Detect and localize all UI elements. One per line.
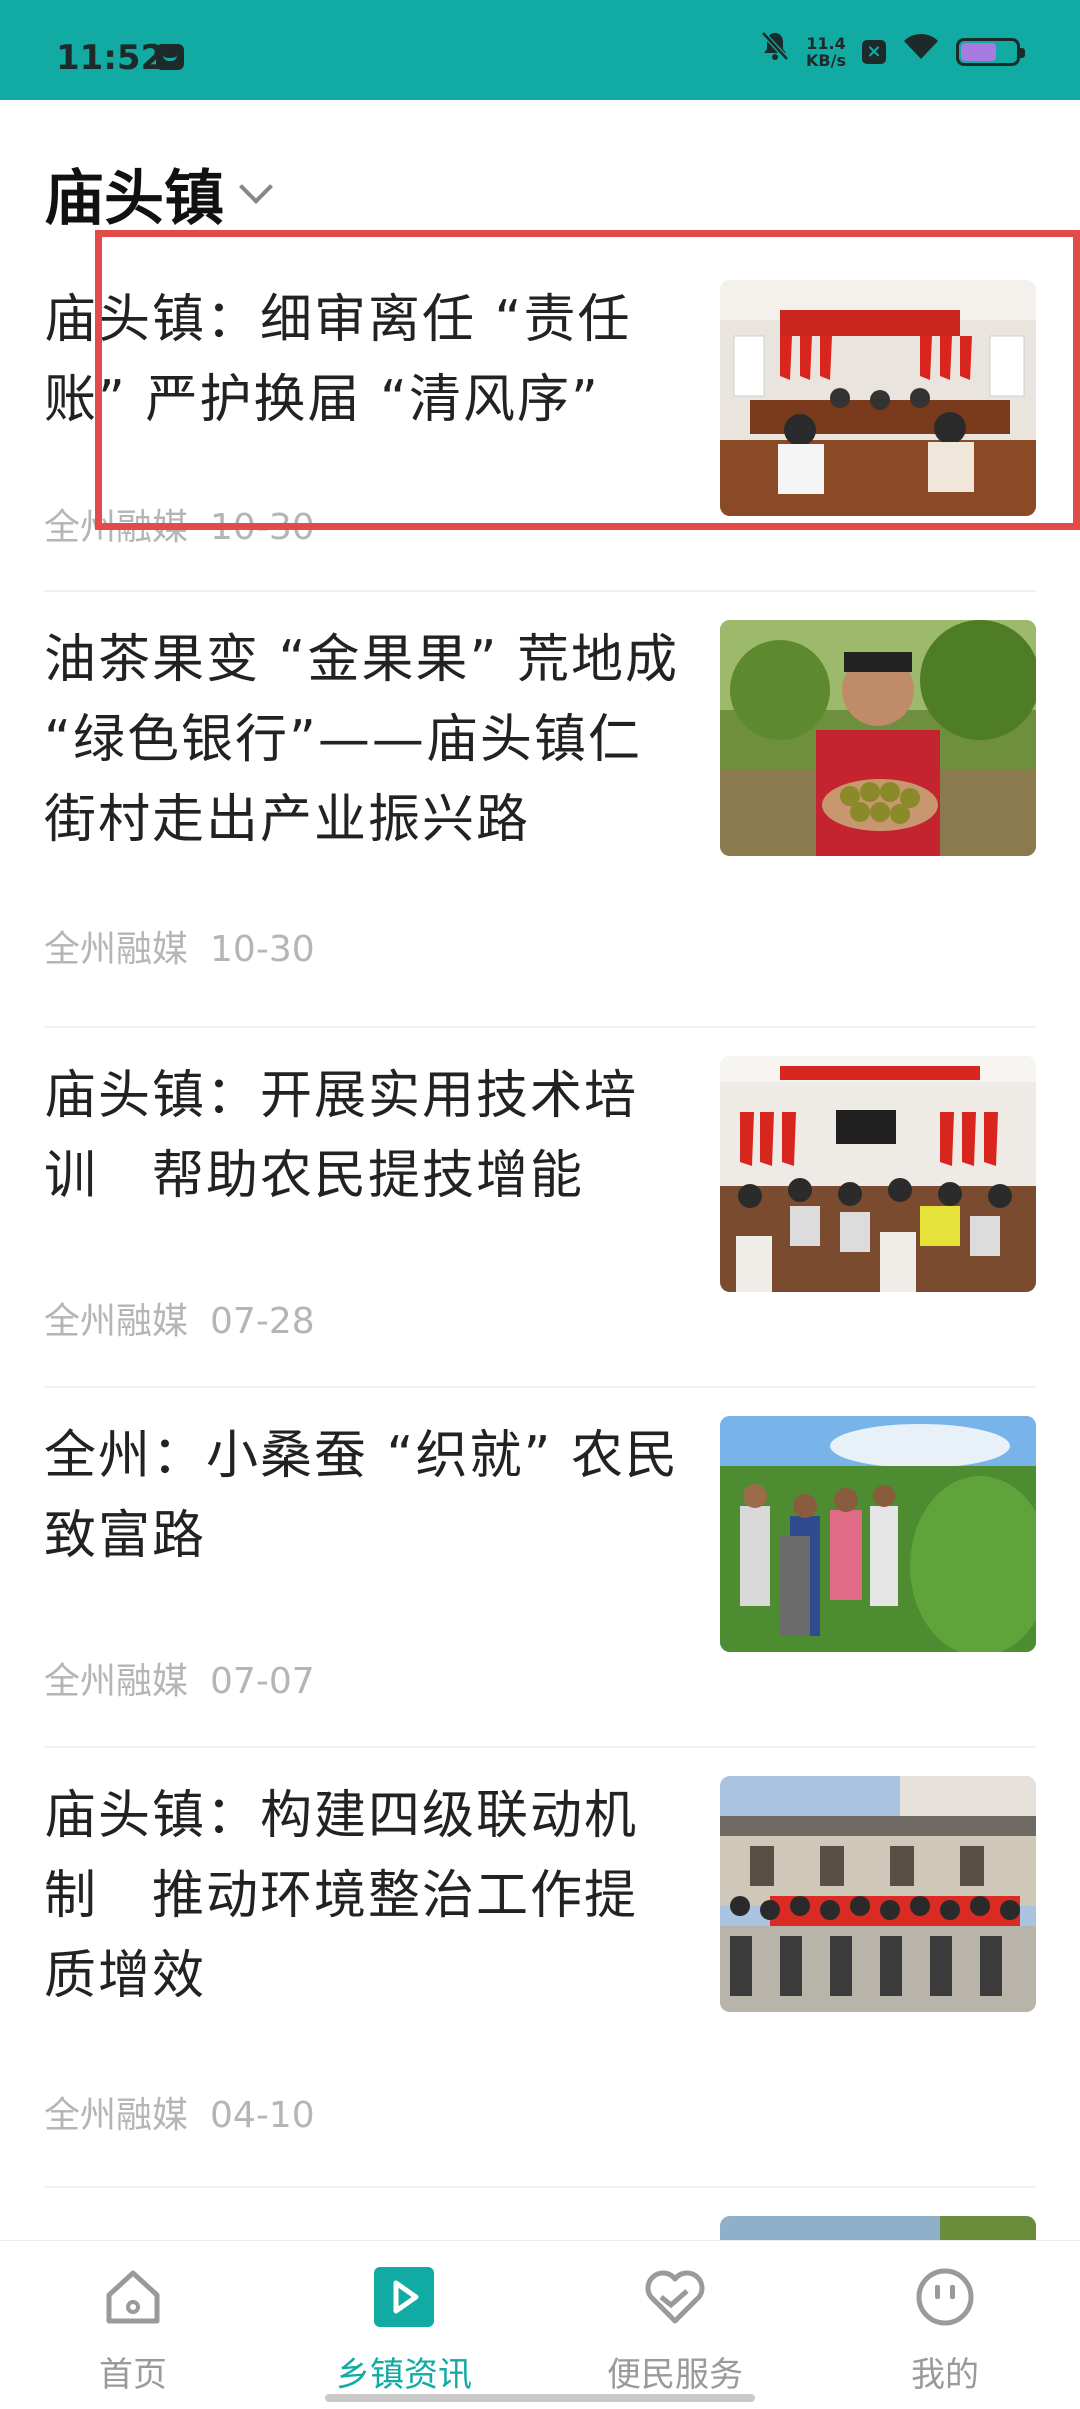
- news-title: 庙头镇：开展实用技术培训 帮助农民提技增能: [44, 1066, 639, 1206]
- news-date: 07-28: [210, 1301, 315, 1342]
- news-thumbnail[interactable]: [720, 280, 1036, 516]
- news-meta: 全州融媒 07-07: [44, 1652, 315, 1704]
- nav-services[interactable]: 便民服务: [575, 2265, 775, 2396]
- news-source: 全州融媒: [44, 929, 189, 970]
- nav-town-news[interactable]: 乡镇资讯: [304, 2265, 504, 2396]
- nav-services-label: 便民服务: [607, 2355, 743, 2395]
- heart-handshake-icon: [643, 2265, 707, 2329]
- news-item[interactable]: 庙头镇：细审离任 “责任账” 严护换届 “清风序” 全州融媒 10-30: [44, 250, 1036, 590]
- news-meta: 全州融媒 10-30: [44, 920, 315, 972]
- news-item[interactable]: 庙头镇：构建四级联动机制 推动环境整治工作提质增效 全州融媒 04-10: [44, 1746, 1036, 2186]
- news-date: 10-30: [210, 929, 315, 970]
- chevron-down-icon: [239, 169, 273, 204]
- news-date: 07-07: [210, 1661, 315, 1702]
- battery-level: [961, 43, 996, 61]
- speed-value: 11.4: [806, 34, 846, 53]
- news-title: 全州：小桑蚕 “织就” 农民致富路: [44, 1426, 679, 1566]
- status-time: 11:52: [56, 38, 165, 78]
- status-icons: 11.4 KB/s ×: [760, 30, 1025, 75]
- news-title: 庙头镇：细审离任 “责任账” 严护换届 “清风序”: [44, 290, 632, 430]
- news-thumbnail[interactable]: [720, 1776, 1036, 2012]
- news-item[interactable]: 全州：小桑蚕 “织就” 农民致富路 全州融媒 07-07: [44, 1386, 1036, 1746]
- news-source: 全州融媒: [44, 2095, 189, 2136]
- news-meta: 全州融媒 07-28: [44, 1292, 315, 1344]
- news-source: 全州融媒: [44, 1661, 189, 1702]
- news-item[interactable]: 庙头镇：开展实用技术培训 帮助农民提技增能 全州融媒 07-28: [44, 1026, 1036, 1386]
- news-thumbnail[interactable]: [720, 1416, 1036, 1652]
- news-title: 油茶果变 “金果果” 荒地成 “绿色银行”——庙头镇仁街村走出产业振兴路: [44, 630, 679, 850]
- bottom-nav: 首页 乡镇资讯 便民服务 我的: [0, 2240, 1080, 2409]
- home-icon: [101, 2265, 165, 2329]
- page-title: 庙头镇: [44, 164, 224, 234]
- home-indicator[interactable]: [325, 2394, 755, 2402]
- news-source: 全州融媒: [44, 1301, 189, 1342]
- news-date: 04-10: [210, 2095, 315, 2136]
- speed-unit: KB/s: [806, 51, 846, 70]
- network-speed: 11.4 KB/s: [806, 35, 846, 69]
- news-meta: 全州融媒 04-10: [44, 2086, 315, 2138]
- news-meta: 全州融媒 10-30: [44, 498, 315, 550]
- nav-mine-label: 我的: [911, 2355, 979, 2395]
- news-item[interactable]: 油茶果变 “金果果” 荒地成 “绿色银行”——庙头镇仁街村走出产业振兴路 全州融…: [44, 590, 1036, 1026]
- news-title: 庙头镇：构建四级联动机制 推动环境整治工作提质增效: [44, 1786, 639, 2006]
- message-icon: [156, 44, 184, 70]
- nav-home[interactable]: 首页: [33, 2265, 233, 2396]
- close-box-icon: ×: [862, 40, 886, 64]
- status-bar: 11:52 11.4 KB/s ×: [0, 0, 1080, 100]
- mute-icon: [760, 30, 790, 75]
- news-source: 全州融媒: [44, 507, 189, 548]
- nav-mine[interactable]: 我的: [845, 2265, 1045, 2396]
- town-selector[interactable]: 庙头镇: [44, 150, 273, 237]
- play-icon: [372, 2265, 436, 2329]
- news-thumbnail[interactable]: [720, 1056, 1036, 1292]
- nav-town-news-label: 乡镇资讯: [336, 2355, 472, 2395]
- news-date: 10-30: [210, 507, 315, 548]
- battery-icon: [956, 38, 1025, 66]
- wifi-icon: [902, 30, 940, 74]
- smiley-icon: [913, 2265, 977, 2329]
- nav-home-label: 首页: [99, 2355, 167, 2395]
- news-thumbnail[interactable]: [720, 620, 1036, 856]
